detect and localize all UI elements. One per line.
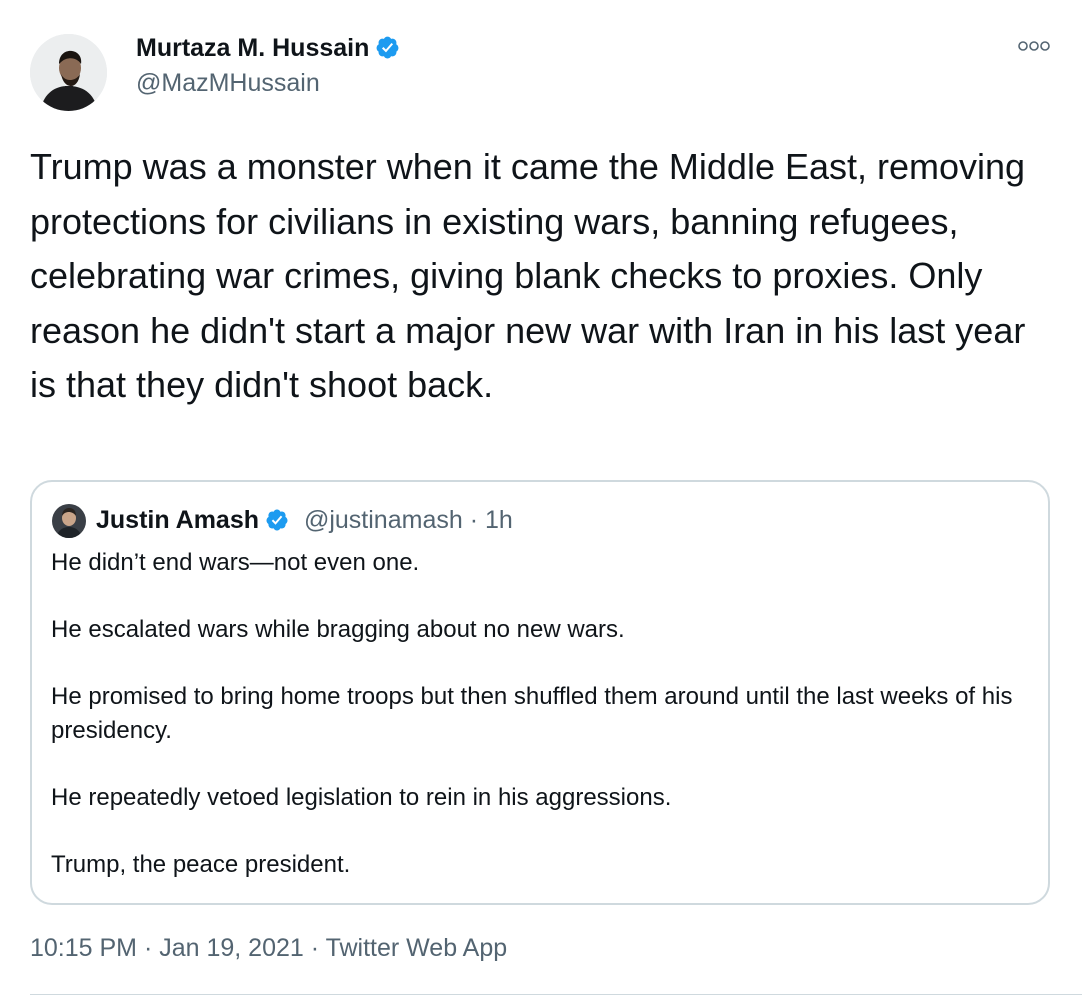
more-options-icon [1018, 41, 1050, 51]
quoted-tweet-body: He didn’t end wars—not even one. He esca… [51, 546, 1036, 882]
quoted-timestamp[interactable]: 1h [485, 506, 513, 534]
meta-separator: · [137, 934, 160, 962]
tweet-meta: 10:15 PM · Jan 19, 2021 · Twitter Web Ap… [30, 929, 507, 967]
author-avatar[interactable] [30, 34, 107, 111]
quoted-paragraph: He promised to bring home troops but the… [51, 683, 1013, 744]
author-name[interactable]: Murtaza M. Hussain [136, 31, 400, 69]
quoted-tweet-header: Justin Amash @justinamash · 1h [96, 502, 513, 542]
verified-badge-icon [375, 35, 400, 69]
tweet-text: Trump was a monster when it came the Mid… [30, 146, 1026, 405]
meta-separator: · [303, 934, 326, 962]
tweet-source[interactable]: Twitter Web App [326, 934, 508, 962]
quoted-verified-badge-icon [265, 506, 289, 542]
tweet-date[interactable]: Jan 19, 2021 [159, 934, 304, 962]
quoted-paragraph: He repeatedly vetoed legislation to rein… [51, 784, 672, 811]
quoted-paragraph: Trump, the peace president. [51, 851, 351, 878]
quoted-separator: · [462, 506, 485, 534]
divider [30, 994, 1082, 995]
profile-photo-icon [30, 34, 107, 111]
quoted-author-name[interactable]: Justin Amash [96, 506, 259, 534]
tweet: Murtaza M. Hussain @MazMHussain Trump wa… [0, 0, 1082, 1000]
quoted-paragraph: He didn’t end wars—not even one. [51, 549, 420, 576]
author-handle[interactable]: @MazMHussain [136, 66, 320, 100]
tweet-time[interactable]: 10:15 PM [30, 934, 137, 962]
quoted-paragraph: He escalated wars while bragging about n… [51, 616, 625, 643]
quoted-tweet-card[interactable]: Justin Amash @justinamash · 1h He didn’t… [30, 480, 1050, 905]
author-name-text: Murtaza M. Hussain [136, 34, 370, 62]
more-options-button[interactable] [1014, 34, 1054, 58]
quoted-profile-photo-icon [52, 504, 86, 538]
quoted-author-avatar[interactable] [52, 504, 86, 538]
quoted-author-handle[interactable]: @justinamash [304, 506, 463, 534]
